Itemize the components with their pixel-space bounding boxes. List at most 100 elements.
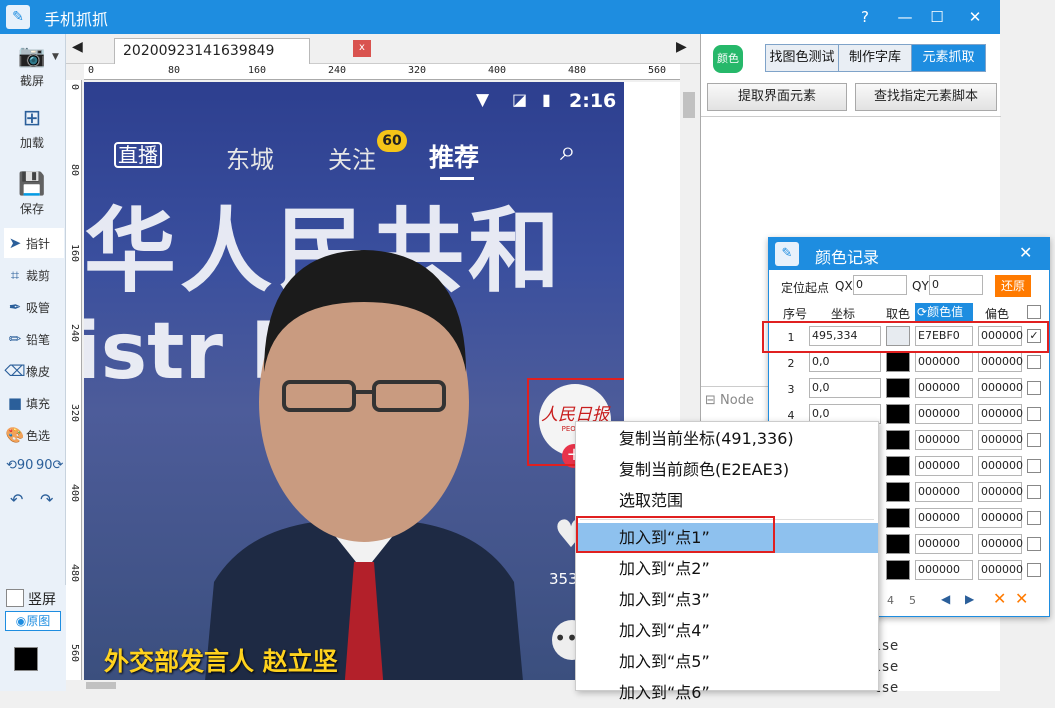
tab-element-capture[interactable]: 元素抓取 — [911, 44, 986, 72]
tool-crop[interactable]: ⌗ 裁剪 — [4, 260, 64, 290]
color-swatch[interactable] — [886, 378, 910, 398]
extract-ui-elements-button[interactable]: 提取界面元素 — [707, 83, 847, 111]
load-button[interactable]: ⊞ 加载 — [0, 104, 64, 151]
row-checkbox[interactable] — [1027, 381, 1041, 395]
tab-file[interactable]: 20200923141639849 — [114, 38, 310, 64]
nav-live[interactable]: 直播 — [114, 142, 162, 168]
tab-close-button[interactable]: x — [353, 40, 371, 57]
tab-prev-icon[interactable]: ◀ — [72, 39, 83, 55]
page-number[interactable]: 4 — [887, 594, 894, 607]
tab-find-image-color[interactable]: 找图色测试 — [765, 44, 839, 72]
color-swatch[interactable] — [886, 560, 910, 580]
prev-page-icon[interactable]: ◀ — [941, 592, 950, 606]
color-value-input[interactable]: 000000 — [915, 456, 973, 476]
rotate-right-icon[interactable]: 90⟳ — [36, 458, 63, 473]
nav-following[interactable]: 关注 — [328, 140, 376, 175]
row-checkbox[interactable] — [1027, 537, 1041, 551]
offset-input[interactable]: 000000 — [978, 404, 1023, 424]
coord-input[interactable]: 0,0 — [809, 352, 881, 372]
offset-input[interactable]: 000000 — [978, 534, 1023, 554]
offset-input[interactable]: 000000 — [978, 430, 1023, 450]
nav-dongcheng[interactable]: 东城 — [226, 140, 274, 175]
scrollbar-thumb[interactable] — [86, 682, 116, 689]
maximize-button[interactable]: ☐ — [917, 0, 957, 34]
menu-add-point-5[interactable]: 加入到“点5” — [576, 647, 878, 677]
color-value-input[interactable]: 000000 — [915, 482, 973, 502]
tool-pencil[interactable]: ✏ 铅笔 — [4, 324, 64, 354]
color-value-input[interactable]: 000000 — [915, 404, 973, 424]
row-checkbox[interactable] — [1027, 407, 1041, 421]
offset-input[interactable]: 000000 — [978, 352, 1023, 372]
restore-button[interactable]: 还原 — [995, 275, 1031, 297]
tool-eyedropper[interactable]: ✒ 吸管 — [4, 292, 64, 322]
tool-eraser[interactable]: ⌫橡皮 — [4, 356, 64, 386]
menu-copy-color[interactable]: 复制当前颜色(E2EAE3) — [576, 455, 878, 485]
tool-fill[interactable]: ■ 填充 — [4, 388, 64, 418]
original-button[interactable]: ◉原图 — [5, 611, 61, 631]
phone-screenshot[interactable]: 华人民共和 istr For ▼ ◪ ▮ 2:16 直播 东城 关注 60 推荐… — [84, 82, 624, 680]
menu-add-point-6[interactable]: 加入到“点6” — [576, 678, 878, 708]
color-value-input[interactable]: 000000 — [915, 508, 973, 528]
color-swatch[interactable] — [886, 352, 910, 372]
coord-input[interactable]: 0,0 — [809, 378, 881, 398]
undo-icon[interactable]: ↶ — [10, 490, 23, 509]
row-checkbox[interactable] — [1027, 511, 1041, 525]
tool-color-select[interactable]: 🎨 色选 — [4, 420, 64, 450]
color-swatch[interactable] — [886, 404, 910, 424]
color-window-close-icon[interactable]: ✕ — [1019, 243, 1032, 262]
find-element-script-button[interactable]: 查找指定元素脚本 — [855, 83, 997, 111]
offset-input[interactable]: 000000 — [978, 456, 1023, 476]
row-checkbox[interactable] — [1027, 485, 1041, 499]
menu-copy-coord[interactable]: 复制当前坐标(491,336) — [576, 424, 878, 454]
color-value-input[interactable]: 000000 — [915, 534, 973, 554]
offset-input[interactable]: 000000 — [978, 560, 1023, 580]
close-button[interactable]: ✕ — [955, 0, 995, 34]
rotate-left-icon[interactable]: ⟲90 — [6, 458, 33, 473]
delete-all-icon[interactable]: ✕ — [1015, 589, 1028, 608]
next-page-icon[interactable]: ▶ — [965, 592, 974, 606]
qx-input[interactable]: 0 — [853, 275, 907, 295]
portrait-checkbox[interactable] — [6, 589, 24, 607]
offset-input[interactable]: 000000 — [978, 378, 1023, 398]
color-swatch[interactable] — [886, 456, 910, 476]
menu-add-point-2[interactable]: 加入到“点2” — [576, 554, 878, 584]
node-tree-header[interactable]: ⊟ Node — [705, 393, 775, 413]
color-value-input[interactable]: 000000 — [915, 430, 973, 450]
page-number[interactable]: 5 — [909, 594, 916, 607]
row-checkbox[interactable] — [1027, 563, 1041, 577]
nav-recommend[interactable]: 推荐 — [429, 138, 479, 174]
help-button[interactable]: ? — [845, 0, 885, 34]
offset-input[interactable]: 000000 — [978, 508, 1023, 528]
redo-icon[interactable]: ↷ — [40, 490, 53, 509]
tool-pointer[interactable]: ➤ 指针 — [4, 228, 64, 258]
row-checkbox[interactable] — [1027, 433, 1041, 447]
offset-input[interactable]: 000000 — [978, 482, 1023, 502]
menu-add-point-4[interactable]: 加入到“点4” — [576, 616, 878, 646]
color-swatch[interactable] — [886, 430, 910, 450]
header-color-value-button[interactable]: ⟳颜色值 — [915, 303, 973, 321]
delete-icon[interactable]: ✕ — [993, 589, 1006, 608]
select-all-checkbox[interactable] — [1027, 305, 1041, 319]
tab-make-font-library[interactable]: 制作字库 — [838, 44, 912, 72]
color-value-input[interactable]: 000000 — [915, 560, 973, 580]
collapse-icon[interactable]: ⊟ — [705, 393, 716, 408]
color-button[interactable]: 颜色 — [713, 45, 743, 73]
foreground-color-swatch[interactable] — [14, 647, 38, 671]
row-checkbox[interactable] — [1027, 355, 1041, 369]
color-swatch[interactable] — [886, 482, 910, 502]
row-checkbox[interactable] — [1027, 459, 1041, 473]
scrollbar-thumb[interactable] — [683, 92, 695, 118]
color-value-input[interactable]: 000000 — [915, 378, 973, 398]
color-window-titlebar[interactable]: ✎ 颜色记录 ✕ — [769, 238, 1049, 270]
tab-next-icon[interactable]: ▶ — [676, 39, 687, 55]
menu-select-range[interactable]: 选取范围 — [576, 486, 878, 516]
menu-add-point-3[interactable]: 加入到“点3” — [576, 585, 878, 615]
save-button[interactable]: 💾 保存 — [0, 170, 64, 217]
color-value-input[interactable]: 000000 — [915, 352, 973, 372]
search-icon[interactable]: ⌕ — [560, 134, 576, 168]
chevron-down-icon[interactable]: ▼ — [52, 52, 59, 62]
color-swatch[interactable] — [886, 508, 910, 528]
screenshot-button[interactable]: 📷 截屏 — [0, 42, 64, 89]
qy-input[interactable]: 0 — [929, 275, 983, 295]
color-swatch[interactable] — [886, 534, 910, 554]
